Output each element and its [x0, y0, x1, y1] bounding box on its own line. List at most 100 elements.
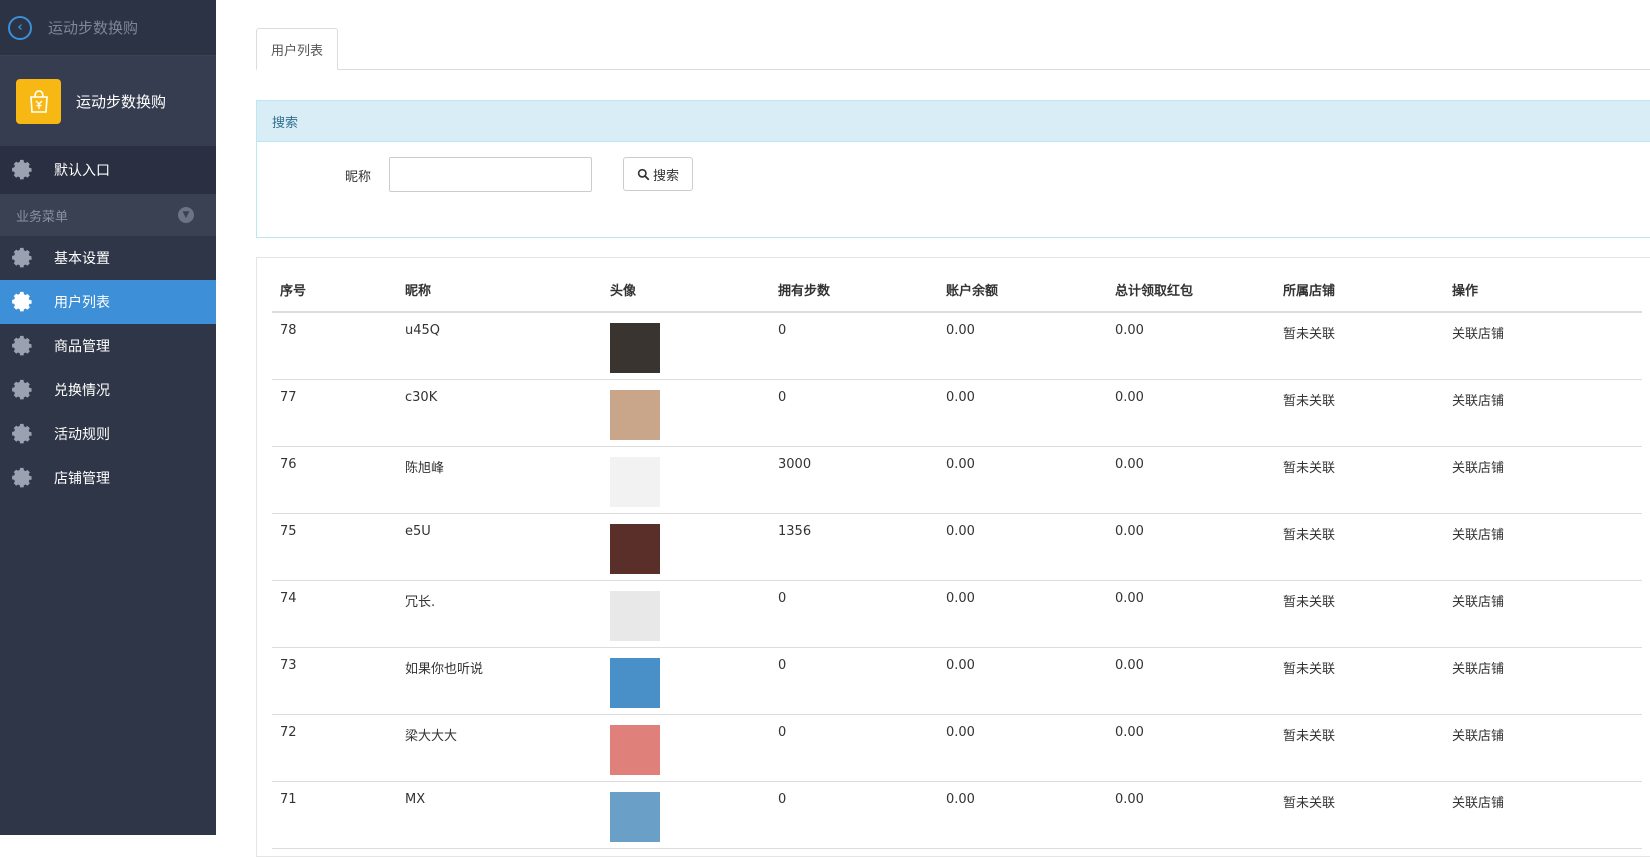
cell-steps: 3000 [770, 446, 938, 514]
cell-steps: 0 [770, 580, 938, 648]
cell-shop: 暂未关联 [1275, 647, 1444, 715]
cell-id: 72 [272, 714, 397, 782]
sidebar-item-default-entry[interactable]: 默认入口 [0, 146, 216, 194]
cell-nickname: c30K [397, 379, 602, 447]
cell-nickname: 冗长. [397, 580, 602, 648]
cell-nickname: 陈旭峰 [397, 446, 602, 514]
cell-balance: 0.00 [938, 312, 1107, 380]
cell-avatar [602, 379, 770, 447]
table-header-row: 序号 昵称 头像 拥有步数 账户余额 总计领取红包 所属店铺 操作 [272, 268, 1642, 313]
cell-redpack: 0.00 [1107, 446, 1275, 514]
search-button[interactable]: 搜索 [623, 157, 693, 191]
avatar [610, 456, 660, 507]
link-bind-shop[interactable]: 关联店铺 [1444, 446, 1642, 514]
cell-avatar [602, 312, 770, 380]
column-header: 序号 [272, 268, 397, 313]
gear-icon [12, 335, 32, 356]
cell-redpack: 0.00 [1107, 781, 1275, 849]
sidebar-item-1[interactable]: 用户列表 [0, 280, 216, 324]
cell-steps: 0 [770, 647, 938, 715]
table-row: 75 e5U 1356 0.00 0.00 暂未关联 关联店铺 [272, 513, 1642, 581]
sidebar-menu-list: 基本设置用户列表商品管理 兑换情况活动规则店铺管理 [0, 236, 216, 500]
nickname-input[interactable] [389, 157, 592, 192]
avatar [610, 590, 660, 641]
cell-id: 75 [272, 513, 397, 581]
back-icon[interactable]: ‹ [8, 15, 32, 40]
link-bind-shop[interactable]: 关联店铺 [1444, 714, 1642, 782]
table-row: 78 u45Q 0 0.00 0.00 暂未关联 关联店铺 [272, 312, 1642, 380]
link-bind-shop[interactable]: 关联店铺 [1444, 580, 1642, 648]
cell-id: 71 [272, 781, 397, 849]
sidebar-item-label: 默认入口 [54, 163, 110, 179]
cell-shop: 暂未关联 [1275, 781, 1444, 849]
link-bind-shop[interactable]: 关联店铺 [1444, 312, 1642, 380]
link-bind-shop[interactable]: 关联店铺 [1444, 647, 1642, 715]
gear-icon [12, 467, 32, 488]
cell-nickname: u45Q [397, 312, 602, 380]
cell-id: 74 [272, 580, 397, 648]
cell-balance: 0.00 [938, 379, 1107, 447]
search-panel-title: 搜索 [257, 101, 1650, 142]
cell-redpack: 0.00 [1107, 312, 1275, 380]
user-table: 序号 昵称 头像 拥有步数 账户余额 总计领取红包 所属店铺 操作 78 u45Q 0 0.0… [272, 268, 1642, 849]
nickname-label: 昵称 [345, 170, 372, 185]
user-table-box: 序号 昵称 头像 拥有步数 账户余额 总计领取红包 所属店铺 操作 78 u45Q 0 0.0… [256, 257, 1650, 857]
cell-steps: 0 [770, 312, 938, 380]
link-bind-shop[interactable]: 关联店铺 [1444, 513, 1642, 581]
search-panel-body: 昵称 搜索 [257, 142, 1650, 238]
sidebar-item-label: 基本设置 [54, 251, 110, 267]
table-row: 71 MX 0 0.00 0.00 暂未关联 关联店铺 [272, 781, 1642, 849]
cell-shop: 暂未关联 [1275, 446, 1444, 514]
cell-balance: 0.00 [938, 513, 1107, 581]
sidebar-group-label: 业务菜单 [16, 209, 69, 225]
cell-nickname: MX [397, 781, 602, 849]
gear-icon [12, 423, 32, 444]
sidebar-item-5[interactable]: 店铺管理 [0, 456, 216, 500]
sidebar-item-label: 用户列表 [54, 295, 110, 311]
sidebar-item-2[interactable]: 商品管理 [0, 324, 216, 368]
cell-balance: 0.00 [938, 446, 1107, 514]
sidebar-group-business[interactable]: 业务菜单 ▼ [0, 194, 216, 236]
cell-nickname: 如果你也听说 [397, 647, 602, 715]
chevron-down-icon: ▼ [178, 207, 194, 223]
column-header: 账户余额 [938, 268, 1107, 313]
sidebar-item-4[interactable]: 活动规则 [0, 412, 216, 456]
column-header: 头像 [602, 268, 770, 313]
sidebar-item-label: 活动规则 [54, 427, 110, 443]
cell-shop: 暂未关联 [1275, 312, 1444, 380]
column-header: 拥有步数 [770, 268, 938, 313]
cell-redpack: 0.00 [1107, 379, 1275, 447]
column-header: 所属店铺 [1275, 268, 1444, 313]
sidebar-topbar: ‹ 运动步数换购 [0, 0, 216, 56]
gear-icon [12, 247, 32, 268]
sidebar-item-3[interactable]: 兑换情况 [0, 368, 216, 412]
table-row: 73 如果你也听说 0 0.00 0.00 暂未关联 关联店铺 [272, 647, 1642, 715]
cell-nickname: e5U [397, 513, 602, 581]
avatar [610, 389, 660, 440]
cell-redpack: 0.00 [1107, 714, 1275, 782]
cell-avatar [602, 513, 770, 581]
cell-shop: 暂未关联 [1275, 580, 1444, 648]
sidebar-item-0[interactable]: 基本设置 [0, 236, 216, 280]
sidebar: ‹ 运动步数换购 运动步数换购 默认入口 业务菜单 ▼ 基本设置用户列表商品管理… [0, 0, 216, 835]
cell-redpack: 0.00 [1107, 513, 1275, 581]
app-name: 运动步数换购 [76, 92, 167, 111]
cell-balance: 0.00 [938, 714, 1107, 782]
link-bind-shop[interactable]: 关联店铺 [1444, 781, 1642, 849]
cell-nickname: 梁大大大 [397, 714, 602, 782]
cell-shop: 暂未关联 [1275, 379, 1444, 447]
cell-balance: 0.00 [938, 647, 1107, 715]
column-header: 总计领取红包 [1107, 268, 1275, 313]
cell-steps: 0 [770, 714, 938, 782]
cell-avatar [602, 781, 770, 849]
avatar [610, 523, 660, 574]
search-icon [637, 168, 650, 180]
tab-user-list[interactable]: 用户列表 [256, 28, 339, 70]
topbar-title: 运动步数换购 [48, 19, 139, 37]
column-header: 昵称 [397, 268, 602, 313]
search-button-label: 搜索 [652, 168, 679, 184]
cell-avatar [602, 580, 770, 648]
cell-steps: 0 [770, 781, 938, 849]
cell-steps: 0 [770, 379, 938, 447]
link-bind-shop[interactable]: 关联店铺 [1444, 379, 1642, 447]
